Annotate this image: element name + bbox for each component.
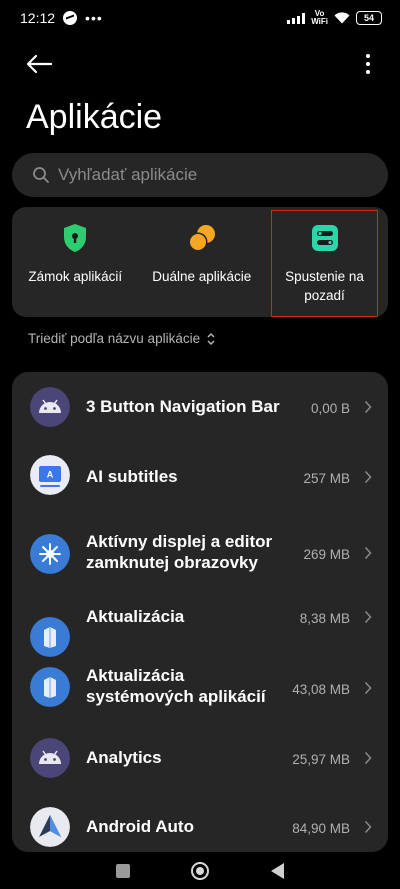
- app-size: 257 MB: [303, 471, 350, 486]
- battery-level: 54: [363, 13, 374, 23]
- chevron-right-icon: [364, 470, 372, 484]
- app-size: 84,90 MB: [292, 821, 350, 836]
- back-arrow-icon[interactable]: [24, 48, 56, 80]
- feature-background-autostart[interactable]: Spustenie na pozadí: [271, 210, 378, 317]
- subtitles-icon: A: [30, 455, 70, 495]
- sort-selector[interactable]: Triediť podľa názvu aplikácie: [28, 331, 216, 346]
- chevron-right-icon: [364, 820, 372, 834]
- svg-text:A: A: [47, 470, 54, 480]
- feature-dual-apps[interactable]: Duálne aplikácie: [139, 207, 266, 317]
- wifi-icon: [334, 12, 350, 24]
- app-name: Aktívny displej a editor zamknutej obraz…: [86, 532, 273, 572]
- wifi-label: WiFi: [311, 17, 328, 26]
- list-item[interactable]: Android Auto 84,90 MB: [12, 798, 388, 852]
- android-auto-icon: [30, 807, 70, 847]
- top-bar: [0, 44, 400, 84]
- battery-icon: 54: [356, 11, 382, 25]
- feature-label: Zámok aplikácií: [28, 269, 123, 284]
- app-name: Android Auto: [86, 817, 194, 836]
- search-icon: [33, 167, 49, 183]
- search-placeholder: Vyhľadať aplikácie: [58, 165, 198, 184]
- android-icon: [30, 738, 70, 778]
- lockscreen-editor-icon: [30, 534, 70, 574]
- shield-lock-icon: [60, 223, 90, 253]
- app-size: 269 MB: [303, 547, 350, 562]
- chevron-right-icon: [364, 400, 372, 414]
- chevron-right-icon: [364, 610, 372, 624]
- dual-apps-icon: [187, 223, 217, 253]
- app-size: 25,97 MB: [292, 752, 350, 767]
- feature-label: Duálne aplikácie: [152, 269, 252, 284]
- sort-label: Triediť podľa názvu aplikácie: [28, 331, 201, 346]
- android-icon: [30, 387, 70, 427]
- app-name: Aktualizácia systémových aplikácií: [86, 666, 266, 706]
- back-button[interactable]: [271, 862, 285, 879]
- status-bar: 12:12 ••• Vo WiFi 54: [0, 0, 400, 36]
- list-item[interactable]: A AI subtitles 257 MB: [12, 442, 388, 512]
- chevron-right-icon: [364, 751, 372, 765]
- app-size: 0,00 B: [310, 401, 350, 416]
- app-size: 43,08 MB: [292, 682, 350, 697]
- app-name: 3 Button Navigation Bar: [86, 397, 280, 416]
- chevron-right-icon: [364, 546, 372, 560]
- system-update-icon: [30, 667, 70, 707]
- app-size: 8,38 MB: [299, 611, 350, 626]
- recents-button[interactable]: [115, 863, 130, 878]
- list-item[interactable]: 3 Button Navigation Bar 0,00 B: [12, 372, 388, 442]
- navigation-bar: [0, 852, 400, 889]
- update-icon: [30, 617, 70, 657]
- clock: 12:12: [20, 10, 56, 26]
- app-name: AI subtitles: [86, 467, 178, 486]
- messenger-icon: [63, 11, 78, 25]
- more-options-icon[interactable]: [362, 50, 374, 78]
- sort-chevron-icon: [207, 332, 215, 345]
- feature-label: Spustenie na pozadí: [285, 269, 364, 303]
- feature-app-lock[interactable]: Zámok aplikácií: [12, 207, 139, 317]
- vowifi-icon: Vo WiFi: [311, 10, 328, 26]
- list-item[interactable]: Aktívny displej a editor zamknutej obraz…: [12, 512, 388, 597]
- home-button[interactable]: [191, 861, 210, 880]
- app-name: Aktualizácia: [86, 607, 185, 626]
- page-title: Aplikácie: [26, 98, 163, 136]
- more-notifications-icon: •••: [85, 10, 103, 26]
- list-item[interactable]: Analytics 25,97 MB: [12, 729, 388, 799]
- search-input[interactable]: Vyhľadať aplikácie: [12, 153, 388, 197]
- chevron-right-icon: [364, 681, 372, 695]
- signal-icon: [287, 12, 306, 24]
- app-name: Analytics: [86, 748, 162, 767]
- app-list: 3 Button Navigation Bar 0,00 B A AI subt…: [12, 372, 388, 852]
- toggle-switches-icon: [310, 223, 340, 253]
- features-card: Zámok aplikácií Duálne aplikácie Spusten…: [12, 207, 388, 317]
